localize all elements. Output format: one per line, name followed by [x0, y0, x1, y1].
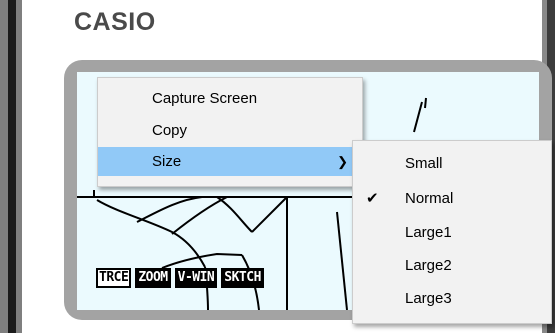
checkmark-icon: ✔ [366, 190, 379, 207]
submenu-item-large2[interactable]: Large2 [353, 251, 551, 280]
context-menu: Capture Screen Copy Size ❯ [97, 77, 363, 187]
graph-curve [216, 196, 253, 233]
chevron-right-icon: ❯ [337, 154, 348, 169]
menu-item-size[interactable]: Size ❯ [98, 147, 362, 176]
softkey-trace[interactable]: TRCE [96, 268, 132, 288]
softkey-zoom[interactable]: ZOOM [135, 268, 171, 288]
softkey-sketch[interactable]: SKTCH [221, 268, 264, 288]
calculator-frame-left [0, 0, 22, 333]
submenu-item-large3[interactable]: Large3 [353, 284, 551, 313]
graph-curve [336, 211, 348, 310]
brand-logo: CASIO [74, 8, 156, 36]
graph-curve [424, 97, 427, 109]
menu-item-copy[interactable]: Copy [98, 116, 362, 145]
graph-curve [96, 199, 206, 268]
graph-curve [413, 101, 423, 133]
submenu-item-large1[interactable]: Large1 [353, 218, 551, 247]
size-submenu: Small ✔ Normal Large1 Large2 Large3 [352, 140, 552, 324]
menu-item-capture-screen[interactable]: Capture Screen [98, 84, 362, 113]
submenu-item-small[interactable]: Small [353, 149, 551, 178]
submenu-item-normal[interactable]: ✔ Normal [353, 184, 551, 213]
function-softkeys: TRCE ZOOM V-WIN SKTCH [96, 268, 264, 288]
softkey-view-window[interactable]: V-WIN [174, 268, 218, 288]
graph-curve [251, 196, 288, 233]
